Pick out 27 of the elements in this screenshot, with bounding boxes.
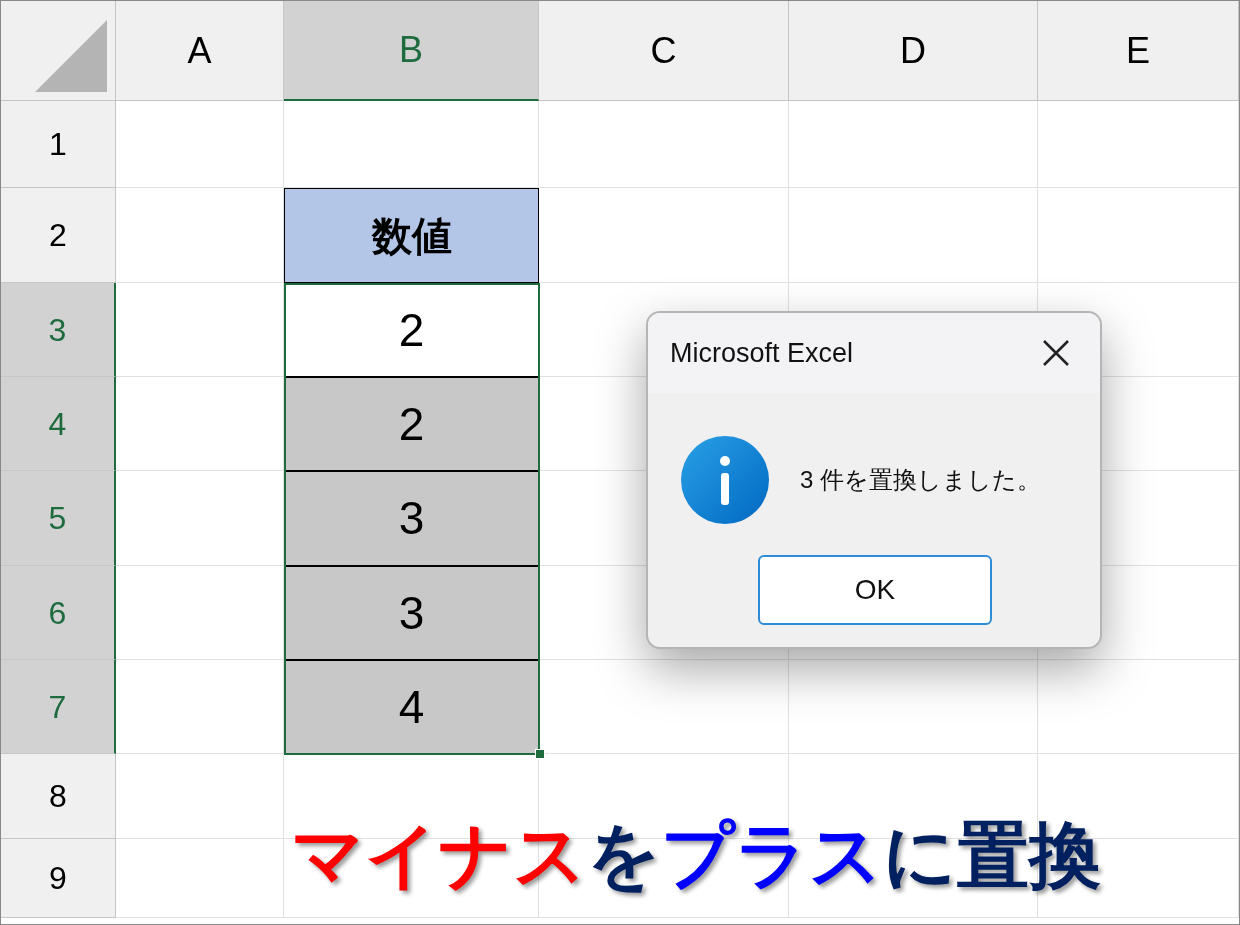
- row-header[interactable]: 8: [1, 754, 116, 839]
- info-icon: [680, 435, 770, 525]
- table-cell: 3: [284, 566, 539, 660]
- column-header[interactable]: C: [539, 1, 789, 101]
- table-header-cell: 数値: [284, 188, 539, 283]
- row-header[interactable]: 7: [1, 660, 116, 754]
- ok-button[interactable]: OK: [758, 555, 992, 625]
- row-header[interactable]: 2: [1, 188, 116, 283]
- table-cell: 3: [284, 471, 539, 566]
- table-cell: 4: [284, 660, 539, 754]
- column-header[interactable]: E: [1038, 1, 1239, 101]
- row-header[interactable]: 3: [1, 283, 116, 377]
- corner-triangle-icon: [35, 20, 107, 92]
- row-header[interactable]: 4: [1, 377, 116, 471]
- dialog-message: 3 件を置換しました。: [800, 465, 1041, 495]
- close-icon: [1041, 338, 1071, 368]
- row-header[interactable]: 9: [1, 839, 116, 918]
- column-header[interactable]: B: [284, 1, 539, 101]
- caption-text: マイナス をプラス に置換: [291, 814, 1101, 897]
- row-header[interactable]: 6: [1, 566, 116, 660]
- table-cell: 2: [284, 377, 539, 471]
- row-header[interactable]: 5: [1, 471, 116, 566]
- fill-handle[interactable]: [535, 749, 545, 759]
- column-header[interactable]: D: [789, 1, 1038, 101]
- dialog-title: Microsoft Excel: [670, 336, 854, 370]
- column-header[interactable]: A: [116, 1, 284, 101]
- row-header[interactable]: 1: [1, 101, 116, 188]
